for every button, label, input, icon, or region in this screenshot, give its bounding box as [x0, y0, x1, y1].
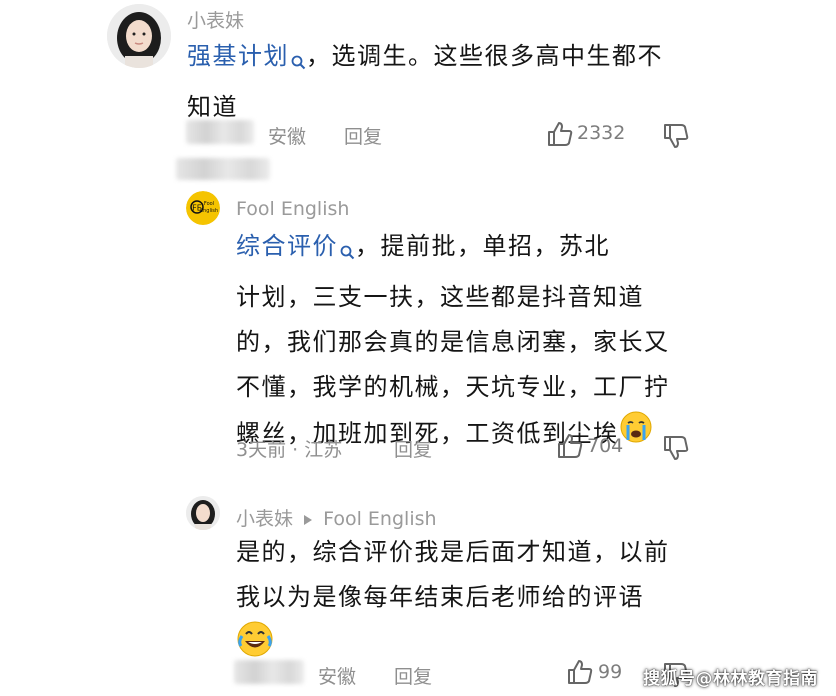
search-icon — [291, 40, 306, 85]
comment-author[interactable]: 小表妹 — [187, 6, 244, 33]
comment-author[interactable]: Fool English — [236, 198, 349, 220]
reply-author[interactable]: 小表妹 — [236, 508, 293, 530]
comment-author: 小表妹 Fool English — [236, 504, 437, 531]
comment-location: 安徽 — [318, 666, 357, 688]
comment-text: 是的，综合评价我是后面才知道，以前 我以为是像每年结束后老师给的评语 — [236, 530, 716, 673]
triangle-right-icon — [303, 509, 313, 531]
blurred-username — [186, 120, 254, 144]
crying-face-emoji — [619, 410, 653, 459]
thumb-up-icon[interactable] — [556, 432, 584, 460]
avatar-xiaobiaomei[interactable] — [186, 496, 220, 530]
blurred-username — [234, 660, 304, 684]
avatar-fool-english[interactable]: FE Fool English — [186, 191, 220, 225]
like-count: 2332 — [577, 122, 626, 144]
search-icon — [340, 230, 355, 275]
topic-link[interactable]: 综合评价 — [236, 232, 355, 260]
reply-button[interactable]: 回复 — [344, 122, 382, 149]
comment-time-location: 3天前 · 江苏 — [236, 439, 343, 461]
avatar-xiaobiaomei[interactable] — [107, 4, 171, 68]
thumb-down-icon[interactable] — [662, 434, 690, 462]
reply-button[interactable]: 回复 — [394, 662, 432, 689]
thumb-up-icon[interactable] — [566, 658, 594, 686]
reply-target[interactable]: Fool English — [323, 508, 436, 530]
reply-button[interactable]: 回复 — [394, 435, 432, 462]
thumb-up-icon[interactable] — [546, 120, 574, 148]
blurred-divider-text — [176, 158, 270, 180]
comment-text: 综合评价 ，提前批，单招，苏北 计划，三支一扶，这些都是抖音知道 的，我们那会真的… — [236, 224, 706, 459]
like-count: 99 — [598, 661, 623, 683]
thumb-down-icon[interactable] — [662, 122, 690, 150]
svg-text:Fool: Fool — [204, 201, 214, 207]
topic-link[interactable]: 强基计划 — [187, 42, 306, 70]
watermark: 搜狐号@林林教育指南 — [643, 669, 818, 689]
comment-text: 强基计划 ，选调生。这些很多高中生都不 知道 — [187, 42, 663, 121]
like-count: 704 — [587, 435, 624, 457]
svg-text:English: English — [200, 208, 218, 214]
comment-location: 安徽 — [268, 126, 307, 148]
